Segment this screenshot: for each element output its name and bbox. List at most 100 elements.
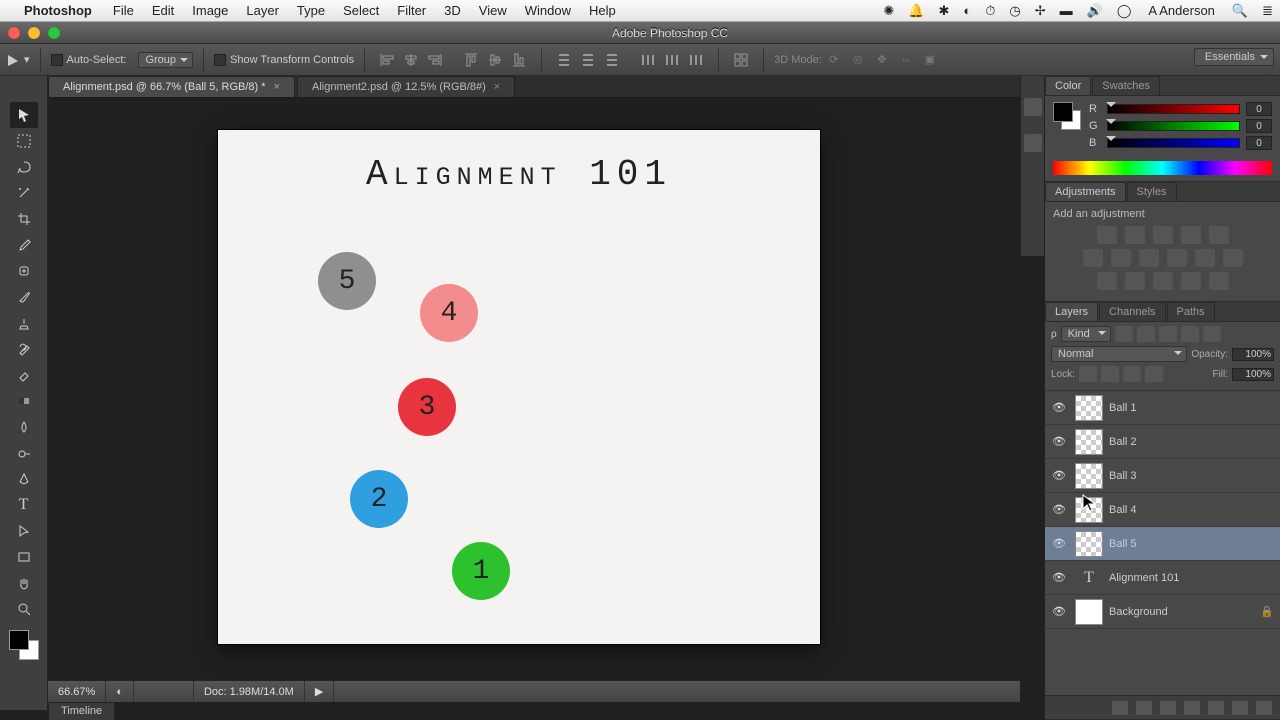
pen-tool[interactable] (10, 466, 38, 492)
adj-gradientmap-icon[interactable] (1181, 272, 1201, 290)
blur-tool[interactable] (10, 414, 38, 440)
timer-icon[interactable]: ◷ (1002, 3, 1027, 19)
layer-name[interactable]: Alignment 101 (1109, 572, 1276, 584)
layer-row[interactable]: 👁Ball 1 (1045, 391, 1280, 425)
color-spectrum[interactable] (1053, 161, 1272, 175)
layer-name[interactable]: Background (1109, 606, 1260, 618)
doc-size[interactable]: Doc: 1.98M/14.0M (194, 681, 305, 702)
layer-filter-dropdown[interactable]: Kind (1061, 326, 1111, 342)
layer-visibility-icon[interactable]: 👁 (1049, 435, 1069, 448)
menu-file[interactable]: File (104, 3, 143, 18)
opacity-value[interactable]: 100% (1232, 348, 1274, 361)
lock-all-icon[interactable] (1145, 366, 1163, 382)
hand-tool[interactable] (10, 570, 38, 596)
adj-colorlookup-icon[interactable] (1223, 249, 1243, 267)
layer-row[interactable]: 👁Ball 4 (1045, 493, 1280, 527)
sync-icon[interactable]: ✱ (932, 3, 957, 19)
app-name[interactable]: Photoshop (24, 3, 104, 18)
layer-row[interactable]: 👁Background🔒 (1045, 595, 1280, 629)
menu-filter[interactable]: Filter (388, 3, 435, 18)
layer-thumbnail[interactable] (1075, 531, 1103, 557)
status-icon[interactable]: ✺ (876, 3, 901, 19)
lasso-tool[interactable] (10, 154, 38, 180)
filter-smart-icon[interactable] (1203, 326, 1221, 342)
canvas-area[interactable]: Alignment 101 54321 (48, 98, 1020, 680)
menu-select[interactable]: Select (334, 3, 388, 18)
adj-exposure-icon[interactable] (1181, 226, 1201, 244)
adj-photofilter-icon[interactable] (1167, 249, 1187, 267)
color-swatch[interactable] (1053, 102, 1081, 130)
move-tool[interactable] (10, 102, 38, 128)
g-value[interactable]: 0 (1246, 119, 1272, 133)
filter-adjustment-icon[interactable] (1137, 326, 1155, 342)
adj-posterize-icon[interactable] (1125, 272, 1145, 290)
circle-icon[interactable]: ◐ (956, 3, 978, 18)
layer-name[interactable]: Ball 4 (1109, 504, 1276, 516)
align-vertical-centers-icon[interactable] (484, 49, 506, 71)
auto-align-icon[interactable] (730, 49, 752, 71)
marquee-tool[interactable] (10, 128, 38, 154)
layer-thumbnail[interactable] (1075, 395, 1103, 421)
layer-fx-icon[interactable] (1136, 701, 1152, 715)
layer-mask-icon[interactable] (1160, 701, 1176, 715)
adj-invert-icon[interactable] (1097, 272, 1117, 290)
layer-visibility-icon[interactable]: 👁 (1049, 537, 1069, 550)
adj-selectivecolor-icon[interactable] (1209, 272, 1229, 290)
canvas-ball-1[interactable]: 1 (452, 542, 510, 600)
distribute-horizontal-centers-icon[interactable] (661, 49, 683, 71)
layer-row[interactable]: 👁 Ball 3 (1045, 459, 1280, 493)
adjustments-tab[interactable]: Adjustments (1045, 182, 1126, 201)
new-fill-layer-icon[interactable] (1184, 701, 1200, 715)
blend-mode-dropdown[interactable]: Normal (1051, 346, 1187, 362)
align-horizontal-centers-icon[interactable] (400, 49, 422, 71)
document-tab[interactable]: Alignment.psd @ 66.7% (Ball 5, RGB/8) *× (48, 76, 295, 97)
adj-channelmixer-icon[interactable] (1195, 249, 1215, 267)
adj-colorbalance-icon[interactable] (1111, 249, 1131, 267)
menu-help[interactable]: Help (580, 3, 625, 18)
healing-brush-tool[interactable] (10, 258, 38, 284)
distribute-left-edges-icon[interactable] (637, 49, 659, 71)
eraser-tool[interactable] (10, 362, 38, 388)
paths-tab[interactable]: Paths (1167, 302, 1215, 321)
crop-tool[interactable] (10, 206, 38, 232)
layer-name[interactable]: Ball 3 (1109, 470, 1276, 482)
layer-row[interactable]: 👁Ball 5 (1045, 527, 1280, 561)
adj-threshold-icon[interactable] (1153, 272, 1173, 290)
workspace-dropdown[interactable]: Essentials (1194, 48, 1274, 66)
auto-select-dropdown[interactable]: Group (138, 52, 193, 68)
layer-thumbnail[interactable] (1075, 599, 1103, 625)
g-slider[interactable] (1107, 121, 1240, 131)
layer-row[interactable]: 👁TAlignment 101 (1045, 561, 1280, 595)
timeline-panel-tab[interactable]: Timeline (48, 702, 115, 720)
close-window-button[interactable] (8, 27, 20, 39)
align-right-edges-icon[interactable] (424, 49, 446, 71)
align-left-edges-icon[interactable] (376, 49, 398, 71)
menu-3d[interactable]: 3D (435, 3, 470, 18)
adj-bw-icon[interactable] (1139, 249, 1159, 267)
document-tab[interactable]: Alignment2.psd @ 12.5% (RGB/8#)× (297, 76, 515, 97)
clock-icon[interactable]: ⏱ (978, 3, 1002, 19)
distribute-right-edges-icon[interactable] (685, 49, 707, 71)
layer-thumbnail[interactable] (1075, 497, 1103, 523)
layer-visibility-icon[interactable]: 👁 (1049, 605, 1069, 618)
properties-panel-icon[interactable] (1024, 134, 1042, 152)
menu-type[interactable]: Type (288, 3, 334, 18)
delete-layer-icon[interactable] (1256, 701, 1272, 715)
document-canvas[interactable]: Alignment 101 54321 (218, 130, 820, 644)
spotlight-icon[interactable]: 🔍 (1225, 3, 1255, 19)
styles-tab[interactable]: Styles (1127, 182, 1177, 201)
filter-shape-icon[interactable] (1181, 326, 1199, 342)
show-transform-checkbox[interactable]: Show Transform Controls (208, 44, 360, 75)
lock-position-icon[interactable] (1123, 366, 1141, 382)
adj-vibrance-icon[interactable] (1209, 226, 1229, 244)
filter-type-icon[interactable] (1159, 326, 1177, 342)
layer-visibility-icon[interactable]: 👁 (1049, 469, 1069, 482)
close-tab-icon[interactable]: × (274, 81, 280, 93)
doc-info-arrow-icon[interactable]: ▶ (305, 681, 334, 702)
menu-image[interactable]: Image (183, 3, 237, 18)
b-slider[interactable] (1107, 138, 1240, 148)
zoom-window-button[interactable] (48, 27, 60, 39)
layer-name[interactable]: Ball 2 (1109, 436, 1276, 448)
menu-edit[interactable]: Edit (143, 3, 183, 18)
canvas-ball-4[interactable]: 4 (420, 284, 478, 342)
